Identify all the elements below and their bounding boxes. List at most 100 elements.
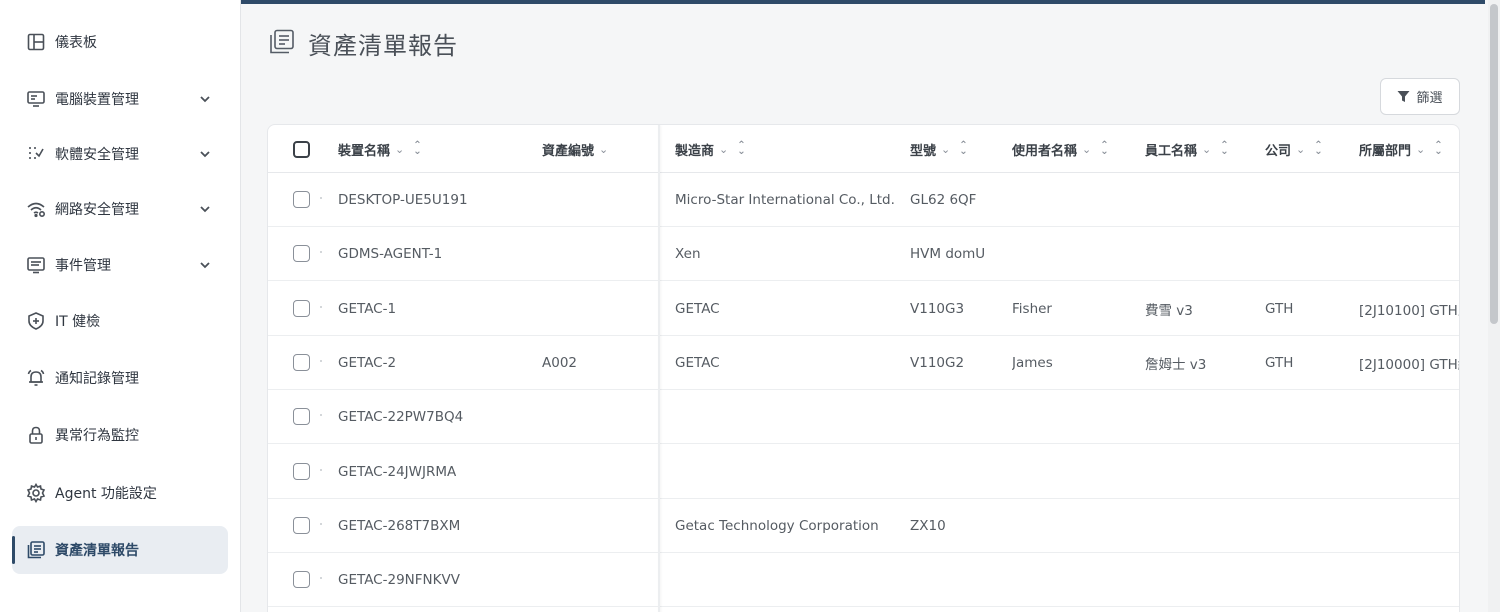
column-header-asset-number[interactable]: 資產編號 ⌄ [542, 125, 608, 173]
frozen-column-divider [658, 125, 660, 612]
column-header-manufacturer[interactable]: 製造商 ⌄ ⌃ ⌄ [675, 125, 746, 173]
sidebar-item-anomaly-monitoring[interactable]: 異常行為監控 [12, 411, 228, 459]
filter-button[interactable]: 篩選 [1380, 78, 1460, 115]
sidebar-item-label: 儀表板 [55, 35, 97, 51]
report-icon [268, 28, 296, 60]
lock-icon [25, 424, 47, 446]
row-checkbox[interactable] [293, 516, 310, 534]
cell-manufacturer: Micro-Star International Co., Ltd. [675, 192, 895, 208]
column-header-department[interactable]: 所屬部門 ⌄ ⌃ ⌄ [1359, 125, 1443, 173]
dashboard-icon [25, 31, 47, 53]
cell-company: GTH [1265, 300, 1294, 317]
chevron-down-icon[interactable]: ⌄ [1082, 143, 1091, 156]
chevron-down-icon[interactable]: ⌄ [719, 143, 728, 156]
sort-icon[interactable]: ⌃ ⌄ [1314, 141, 1322, 157]
row-indicator [320, 251, 322, 254]
cell-employee-name: 費雪 v3 [1145, 302, 1193, 319]
sort-icon[interactable]: ⌃ ⌄ [1100, 141, 1108, 157]
cell-department [1359, 553, 1459, 607]
column-header-model[interactable]: 型號 ⌄ ⌃ ⌄ [910, 125, 968, 173]
scrollbar-thumb[interactable] [1490, 4, 1498, 324]
sort-icon[interactable]: ⌃ ⌄ [413, 141, 421, 157]
cell-manufacturer: GETAC [675, 354, 720, 371]
sort-icon[interactable]: ⌃ ⌄ [1434, 141, 1442, 157]
sidebar: 儀表板 電腦裝置管理 軟體安全管理 網路安全管理 事件管理 IT 健檢 通知記錄… [0, 0, 241, 612]
sidebar-item-label: 通知記錄管理 [55, 371, 139, 387]
cell-model: GL62 6QF [910, 192, 977, 208]
table-row[interactable]: GETAC-268T7BXM Getac Technology Corporati… [268, 499, 1459, 553]
sidebar-item-event-management[interactable]: 事件管理 [12, 241, 228, 289]
sidebar-item-it-health-check[interactable]: IT 健檢 [12, 297, 228, 345]
computer-icon [25, 88, 47, 110]
row-indicator [320, 577, 322, 580]
chevron-down-icon[interactable]: ⌄ [1296, 143, 1305, 156]
software-icon [25, 143, 47, 165]
sidebar-item-notification-log[interactable]: 通知記錄管理 [12, 354, 228, 402]
table-row[interactable]: GETAC-2 A002 GETAC V110G2 James 詹姆士 v3 GTH [2J1… [268, 336, 1459, 390]
table-row[interactable]: GETAC-22PW7BQ4 [268, 390, 1459, 445]
cell-device-name: GETAC-1 [338, 300, 397, 317]
cell-model: ZX10 [910, 517, 946, 534]
cell-manufacturer: Getac Technology Corporation [675, 517, 879, 534]
sidebar-item-label: 軟體安全管理 [55, 147, 139, 163]
cell-device-name: GETAC-268T7BXM [338, 517, 461, 534]
column-header-user-name[interactable]: 使用者名稱 ⌄ ⌃ ⌄ [1012, 125, 1109, 173]
column-header-employee-name[interactable]: 員工名稱 ⌄ ⌃ ⌄ [1145, 125, 1229, 173]
sort-icon[interactable]: ⌃ ⌄ [1220, 141, 1228, 157]
cell-manufacturer: GETAC [675, 300, 720, 317]
table-row[interactable]: GETAC-24JWJRMA [268, 445, 1459, 499]
sidebar-item-label: Agent 功能設定 [55, 486, 157, 502]
cell-department [1359, 227, 1459, 281]
sort-icon[interactable]: ⌃ ⌄ [959, 141, 967, 157]
filter-icon [1397, 91, 1410, 102]
row-indicator [320, 414, 322, 417]
table-row[interactable]: GETAC-29NFNKVV [268, 553, 1459, 608]
table-row[interactable]: DESKTOP-UE5U191 Micro-Star International … [268, 173, 1459, 227]
sidebar-item-agent-settings[interactable]: Agent 功能設定 [12, 469, 228, 517]
sidebar-item-dashboard[interactable]: 儀表板 [12, 18, 228, 66]
chevron-down-icon[interactable]: ⌄ [599, 143, 608, 156]
row-checkbox[interactable] [293, 462, 310, 480]
column-header-device-name[interactable]: 裝置名稱 ⌄ ⌃ ⌄ [338, 125, 422, 173]
cell-department [1359, 499, 1459, 553]
chevron-down-icon[interactable] [198, 147, 212, 161]
sidebar-item-computer-devices[interactable]: 電腦裝置管理 [12, 75, 228, 123]
chevron-down-icon[interactable] [198, 258, 212, 272]
page-scrollbar[interactable] [1488, 0, 1500, 612]
row-checkbox[interactable] [293, 408, 310, 426]
table-row[interactable]: GDMS-AGENT-1 Xen HVM domU [268, 227, 1459, 282]
column-header-company[interactable]: 公司 ⌄ ⌃ ⌄ [1265, 125, 1323, 173]
row-indicator [320, 359, 322, 362]
sidebar-item-asset-report[interactable]: 資產清單報告 [12, 526, 228, 574]
sidebar-item-software-security[interactable]: 軟體安全管理 [12, 130, 228, 178]
chevron-down-icon[interactable]: ⌄ [941, 143, 950, 156]
sidebar-item-label: 事件管理 [55, 258, 111, 274]
sidebar-item-label: 網路安全管理 [55, 202, 139, 218]
cell-employee-name: 詹姆士 v3 [1145, 356, 1207, 373]
row-checkbox[interactable] [293, 571, 310, 589]
cell-device-name: GETAC-29NFNKVV [338, 572, 460, 589]
chevron-down-icon[interactable]: ⌄ [1202, 143, 1211, 156]
row-checkbox[interactable] [293, 245, 310, 263]
chevron-down-icon[interactable]: ⌄ [1416, 143, 1425, 156]
sidebar-item-label: 電腦裝置管理 [55, 92, 139, 108]
cell-device-name: GETAC-24JWJRMA [338, 463, 457, 480]
wifi-icon [25, 198, 47, 220]
row-checkbox[interactable] [293, 299, 310, 317]
top-accent-bar [240, 0, 1485, 4]
chevron-down-icon[interactable]: ⌄ [395, 143, 404, 156]
sort-icon[interactable]: ⌃ ⌄ [737, 141, 745, 157]
table-row[interactable]: GETAC-1 GETAC V110G3 Fisher 費雪 v3 GTH [2J10100… [268, 282, 1459, 336]
chevron-down-icon[interactable] [198, 202, 212, 216]
row-checkbox[interactable] [293, 353, 310, 371]
bell-icon [25, 367, 47, 389]
gear-icon [25, 482, 47, 504]
chevron-down-icon[interactable] [198, 92, 212, 106]
sidebar-item-network-security[interactable]: 網路安全管理 [12, 185, 228, 233]
cell-asset-number: A002 [542, 354, 578, 371]
select-all-checkbox[interactable] [293, 141, 310, 158]
row-checkbox[interactable] [293, 191, 310, 208]
cell-manufacturer: Xen [675, 246, 701, 263]
cell-device-name: GETAC-22PW7BQ4 [338, 409, 464, 426]
page-title: 資產清單報告 [308, 32, 458, 60]
